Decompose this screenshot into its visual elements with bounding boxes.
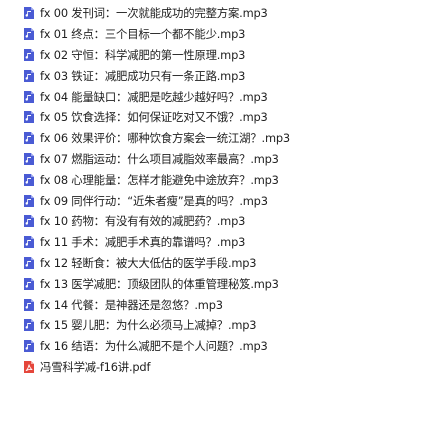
file-name: fx 16 结语：为什么减肥不是个人问题？.mp3: [40, 339, 268, 354]
file-item[interactable]: fx 07 燃脂运动：什么项目减脂效率最高？.mp3: [0, 149, 426, 170]
file-name: fx 13 医学减肥：顶级团队的体重管理秘笈.mp3: [40, 276, 279, 291]
file-name: fx 07 燃脂运动：什么项目减脂效率最高？.mp3: [40, 151, 279, 166]
audio-file-icon: [24, 111, 34, 124]
audio-file-icon: [24, 132, 34, 145]
file-item[interactable]: fx 14 代餐：是神器还是忽悠？.mp3: [0, 294, 426, 315]
audio-file-icon: [24, 28, 34, 41]
file-item[interactable]: fx 03 铁证：减肥成功只有一条正路.mp3: [0, 65, 426, 86]
audio-file-icon: [24, 194, 34, 207]
file-name: fx 00 发刊词：一次就能成功的完整方案.mp3: [40, 6, 268, 21]
audio-file-icon: [24, 152, 34, 165]
file-name: fx 08 心理能量：怎样才能避免中途放弃？.mp3: [40, 172, 279, 187]
file-item[interactable]: fx 02 守恒：科学减肥的第一性原理.mp3: [0, 45, 426, 66]
audio-file-icon: [24, 48, 34, 61]
file-item[interactable]: 冯雪科学减-f16讲.pdf: [0, 357, 426, 378]
file-item[interactable]: fx 01 终点：三个目标一个都不能少.mp3: [0, 24, 426, 45]
file-item[interactable]: fx 15 婴儿肥：为什么必须马上减掉？.mp3: [0, 315, 426, 336]
audio-file-icon: [24, 90, 34, 103]
file-name: fx 04 能量缺口：减肥是吃越少越好吗？.mp3: [40, 89, 268, 104]
file-item[interactable]: fx 13 医学减肥：顶级团队的体重管理秘笈.mp3: [0, 273, 426, 294]
audio-file-icon: [24, 215, 34, 228]
file-item[interactable]: fx 12 轻断食：被大大低估的医学手段.mp3: [0, 253, 426, 274]
audio-file-icon: [24, 340, 34, 353]
file-name: fx 10 药物：有没有有效的减肥药？.mp3: [40, 214, 246, 229]
file-item[interactable]: fx 00 发刊词：一次就能成功的完整方案.mp3: [0, 3, 426, 24]
audio-file-icon: [24, 298, 34, 311]
file-name: fx 15 婴儿肥：为什么必须马上减掉？.mp3: [40, 318, 257, 333]
file-name: fx 14 代餐：是神器还是忽悠？.mp3: [40, 297, 223, 312]
file-item[interactable]: fx 11 手术：减肥手术真的靠谱吗？.mp3: [0, 232, 426, 253]
file-name: fx 12 轻断食：被大大低估的医学手段.mp3: [40, 255, 257, 270]
file-name: fx 03 铁证：减肥成功只有一条正路.mp3: [40, 68, 246, 83]
audio-file-icon: [24, 7, 34, 20]
audio-file-icon: [24, 277, 34, 290]
audio-file-icon: [24, 236, 34, 249]
file-name: fx 05 饮食选择：如何保证吃对又不饿？.mp3: [40, 110, 268, 125]
audio-file-icon: [24, 256, 34, 269]
audio-file-icon: [24, 69, 34, 82]
file-name: fx 01 终点：三个目标一个都不能少.mp3: [40, 27, 246, 42]
file-name: fx 09 同伴行动：“近朱者瘦”是真的吗？.mp3: [40, 193, 268, 208]
file-item[interactable]: fx 09 同伴行动：“近朱者瘦”是真的吗？.mp3: [0, 190, 426, 211]
file-item[interactable]: fx 05 饮食选择：如何保证吃对又不饿？.mp3: [0, 107, 426, 128]
file-item[interactable]: fx 06 效果评价：哪种饮食方案会一统江湖？.mp3: [0, 128, 426, 149]
pdf-file-icon: [24, 360, 34, 373]
file-item[interactable]: fx 04 能量缺口：减肥是吃越少越好吗？.mp3: [0, 86, 426, 107]
file-list: fx 00 发刊词：一次就能成功的完整方案.mp3 fx 01 终点：三个目标一…: [0, 3, 426, 377]
audio-file-icon: [24, 173, 34, 186]
file-item[interactable]: fx 08 心理能量：怎样才能避免中途放弃？.mp3: [0, 169, 426, 190]
file-name: fx 02 守恒：科学减肥的第一性原理.mp3: [40, 47, 246, 62]
file-item[interactable]: fx 10 药物：有没有有效的减肥药？.mp3: [0, 211, 426, 232]
audio-file-icon: [24, 319, 34, 332]
file-item[interactable]: fx 16 结语：为什么减肥不是个人问题？.mp3: [0, 336, 426, 357]
file-name: 冯雪科学减-f16讲.pdf: [40, 359, 151, 374]
file-name: fx 06 效果评价：哪种饮食方案会一统江湖？.mp3: [40, 131, 290, 146]
file-name: fx 11 手术：减肥手术真的靠谱吗？.mp3: [40, 235, 246, 250]
